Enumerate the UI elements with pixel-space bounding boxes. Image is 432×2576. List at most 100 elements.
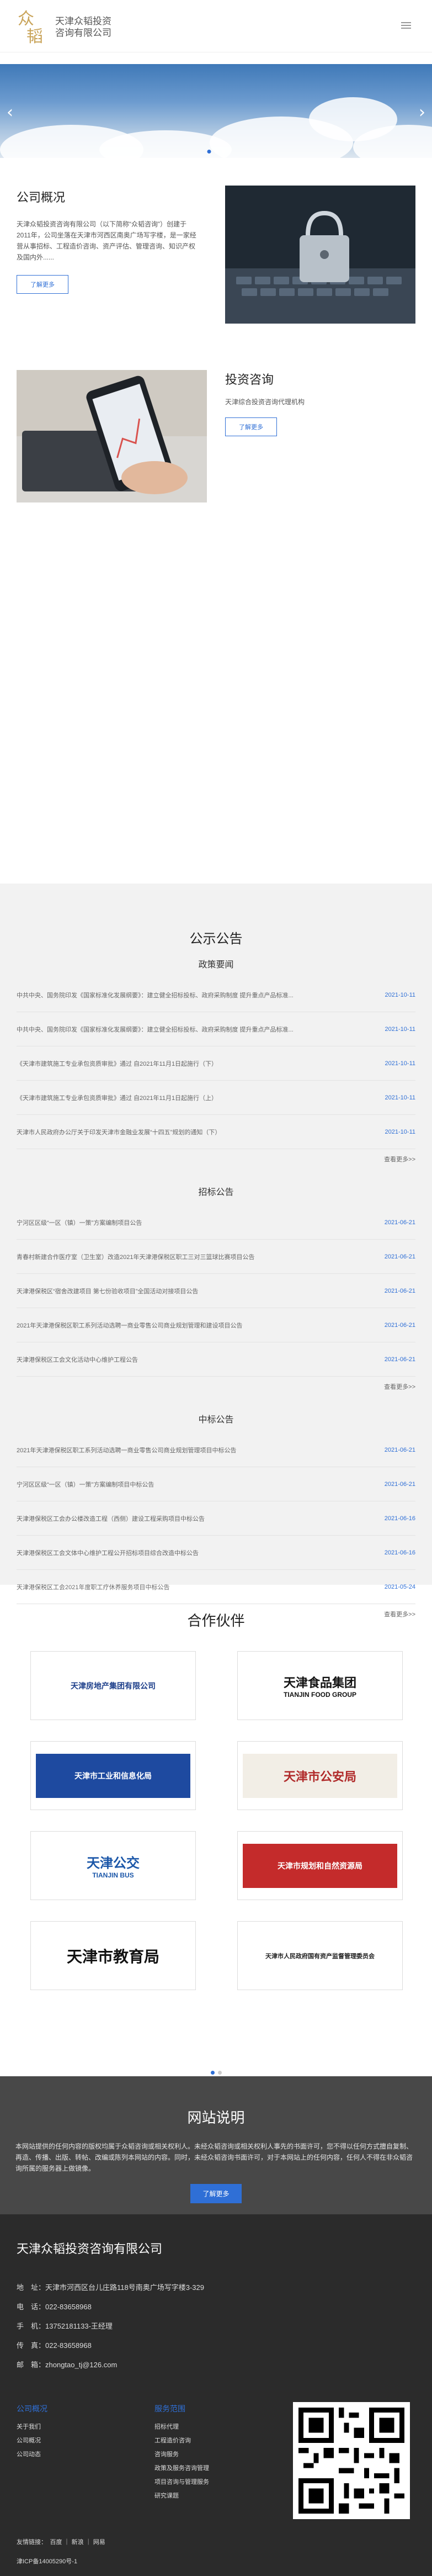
- partners-dot[interactable]: [217, 2071, 222, 2075]
- footer-link[interactable]: 咨询服务: [154, 2448, 209, 2462]
- footer-contact-row: 电 话：022-83658968: [17, 2297, 204, 2316]
- notice-row-date: 2021-10-11: [385, 1094, 415, 1101]
- hero-banner[interactable]: ‹ ›: [0, 64, 432, 158]
- invest-section: 投资咨询 天津综合投资咨询代理机构 了解更多: [0, 370, 432, 505]
- tianjin-planning-logo[interactable]: 天津市规划和自然资源局: [237, 1831, 403, 1900]
- footer-col-about-head[interactable]: 公司概况: [17, 2402, 47, 2416]
- footer-icp[interactable]: 津ICP备14005290号-1: [17, 2557, 77, 2566]
- notice-row-title[interactable]: 《天津市建筑施工专业承包资质审批》通过 自2021年11月1日起施行（上）: [17, 1093, 217, 1102]
- footer-link[interactable]: 政策及服务咨询管理: [154, 2462, 209, 2476]
- footer-col-about: 公司概况 关于我们 公司概况 公司动态: [17, 2402, 47, 2462]
- notice-row[interactable]: 中共中央、国务院印发《国家标准化发展纲要》：建立健全招标投标、政府采购制度 提升…: [17, 978, 415, 1012]
- notice-group-title[interactable]: 政策要闻: [17, 957, 415, 970]
- invest-text: 天津综合投资咨询代理机构: [225, 398, 305, 406]
- notice-row[interactable]: 天津港保税区工会文化活动中心维护工程公告 2021-06-21: [17, 1342, 415, 1377]
- notice-row-date: 2021-10-11: [385, 1128, 415, 1135]
- notice-row[interactable]: 宁河区区级“一区（镇）一策”方案编制项目中标公告 2021-06-21: [17, 1467, 415, 1501]
- notice-row-title[interactable]: 宁河区区级“一区（镇）一策”方案编制项目中标公告: [17, 1480, 154, 1489]
- notice-row[interactable]: 2021年天津港保税区职工系列活动选聘一商业零售公司商业规划管理和建设项目公告 2…: [17, 1308, 415, 1342]
- footer-link[interactable]: 招标代理: [154, 2420, 209, 2434]
- company-name[interactable]: 天津众韬投资 咨询有限公司: [55, 15, 149, 39]
- invest-title: 投资咨询: [225, 373, 274, 387]
- footer-link[interactable]: 公司概况: [17, 2434, 47, 2448]
- footer-contact-value: zhongtao_tj@126.com: [45, 2361, 118, 2369]
- notice-row-date: 2021-06-16: [384, 1549, 415, 1556]
- partner-logo-box: 天津房地产集团有限公司: [36, 1663, 190, 1708]
- carousel-dot[interactable]: [207, 150, 211, 154]
- notice-row-title[interactable]: 天津港保税区工会办公楼改造工程（西侧）建设工程采购项目中标公告: [17, 1514, 205, 1523]
- notice-row-title[interactable]: 天津市人民政府办公厅关于印发天津市金融业发展“十四五”规划的通知（下）: [17, 1128, 221, 1136]
- footer-contact-label: 电 话：: [17, 2303, 46, 2311]
- notice-row[interactable]: 天津港保税区工会2021年度职工疗休养服务项目中标公告 2021-05-24: [17, 1570, 415, 1604]
- partners-title: 合作伙伴: [187, 1612, 245, 1629]
- notice-row-title[interactable]: 天津港保税区工会2021年度职工疗休养服务项目中标公告: [17, 1583, 169, 1591]
- statement-body: 本网站提供的任何内容的版权均属于众韬咨询或相关权利人。未经众韬咨询或相关权利人事…: [15, 2143, 413, 2172]
- chevron-right-icon[interactable]: ›: [419, 103, 425, 122]
- notice-row-date: 2021-06-21: [384, 1287, 415, 1294]
- notice-row-title[interactable]: 天津港保税区工会文体中心维护工程公开招标项目综合改造中标公告: [17, 1548, 199, 1557]
- tianjin-bus-logo[interactable]: 天津公交 TIANJIN BUS: [30, 1831, 196, 1900]
- statement-more-button[interactable]: 了解更多: [190, 2184, 242, 2203]
- notice-row-title[interactable]: 青春村新建合作医疗室（卫生室）改造2021年天津港保税区职工三对三篮球比赛项目公…: [17, 1252, 254, 1261]
- site-footer: 天津众韬投资咨询有限公司 地 址：天津市河西区台儿庄路118号南奥广场写字楼3-…: [0, 2214, 432, 2576]
- tianjin-sasac-logo[interactable]: 天津市人民政府国有资产监督管理委员会: [237, 1921, 403, 1990]
- invest-more-button[interactable]: 了解更多: [225, 417, 277, 436]
- tianjin-real-estate-logo[interactable]: 天津房地产集团有限公司: [30, 1651, 196, 1720]
- company-logo-icon[interactable]: 众 韬: [15, 8, 50, 44]
- notice-row[interactable]: 天津港保税区工会办公楼改造工程（西侧）建设工程采购项目中标公告 2021-06-1…: [17, 1501, 415, 1536]
- footer-link[interactable]: 研究课题: [154, 2489, 209, 2503]
- tianjin-industry-logo[interactable]: 天津市工业和信息化局: [30, 1741, 196, 1810]
- notice-row-date: 2021-06-21: [384, 1356, 415, 1363]
- tianjin-food-logo[interactable]: 天津食品集团 TIANJIN FOOD GROUP: [237, 1651, 403, 1720]
- about-title: 公司概况: [17, 191, 66, 204]
- notice-row-date: 2021-06-21: [384, 1446, 415, 1453]
- footer-link[interactable]: 项目咨询与管理服务: [154, 2476, 209, 2489]
- tianjin-police-logo[interactable]: 天津市公安局: [237, 1741, 403, 1810]
- notice-row[interactable]: 中共中央、国务院印发《国家标准化发展纲要》：建立健全招标投标、政府采购制度 提升…: [17, 1012, 415, 1046]
- notice-row-title[interactable]: 中共中央、国务院印发《国家标准化发展纲要》：建立健全招标投标、政府采购制度 提升…: [17, 991, 294, 999]
- notice-row-title[interactable]: 2021年天津港保税区职工系列活动选聘一商业零售公司商业规划管理项目中标公告: [17, 1446, 236, 1454]
- notice-row-title[interactable]: 中共中央、国务院印发《国家标准化发展纲要》：建立健全招标投标、政府采购制度 提升…: [17, 1025, 294, 1034]
- carousel-dot[interactable]: [221, 150, 225, 154]
- notice-row-title[interactable]: 天津港保税区工会文化活动中心维护工程公告: [17, 1355, 138, 1364]
- footer-contacts: 地 址：天津市河西区台儿庄路118号南奥广场写字楼3-329 电 话：022-83…: [17, 2278, 204, 2374]
- carousel-dots: [207, 150, 225, 154]
- partner-name: 天津市教育局: [66, 1948, 159, 1965]
- menu-icon[interactable]: [401, 22, 411, 30]
- notice-row[interactable]: 《天津市建筑施工专业承包资质审批》通过 自2021年11月1日起施行（下） 202…: [17, 1046, 415, 1081]
- notice-row-title[interactable]: 天津港保税区“宿舍改建项目 第七份验收项目”全国活动对接项目公告: [17, 1287, 198, 1295]
- footer-friend-links[interactable]: 友情链接： 百度 ｜ 新浪 ｜ 网易: [17, 2537, 105, 2546]
- chevron-left-icon[interactable]: ‹: [7, 103, 13, 122]
- notice-row[interactable]: 《天津市建筑施工专业承包资质审批》通过 自2021年11月1日起施行（上） 202…: [17, 1081, 415, 1115]
- site-header: 众 韬 天津众韬投资 咨询有限公司: [0, 0, 432, 52]
- footer-contact-row: 手 机：13752181133-王经理: [17, 2316, 204, 2336]
- company-name-line2: 咨询有限公司: [55, 28, 111, 38]
- notice-group-title[interactable]: 中标公告: [17, 1412, 415, 1425]
- notice-row[interactable]: 天津港保税区“宿舍改建项目 第七份验收项目”全国活动对接项目公告 2021-06-…: [17, 1274, 415, 1308]
- footer-col-services-head[interactable]: 服务范围: [154, 2402, 209, 2416]
- about-more-button[interactable]: 了解更多: [17, 275, 68, 294]
- tianjin-education-logo[interactable]: 天津市教育局: [30, 1921, 196, 1990]
- notice-row-title[interactable]: 2021年天津港保税区职工系列活动选聘一商业零售公司商业规划管理和建设项目公告: [17, 1321, 242, 1330]
- notice-group-title[interactable]: 招标公告: [17, 1184, 415, 1198]
- notice-row[interactable]: 天津港保税区工会文体中心维护工程公开招标项目综合改造中标公告 2021-06-16: [17, 1536, 415, 1570]
- partners-dot[interactable]: [210, 2071, 215, 2075]
- footer-link[interactable]: 工程造价咨询: [154, 2434, 209, 2448]
- statement-title: 网站说明: [187, 2109, 245, 2126]
- footer-link[interactable]: 公司动态: [17, 2448, 47, 2462]
- notice-row[interactable]: 宁河区区级“一区（镇）一策”方案编制项目公告 2021-06-21: [17, 1205, 415, 1240]
- footer-link[interactable]: 关于我们: [17, 2420, 47, 2434]
- notice-row-title[interactable]: 宁河区区级“一区（镇）一策”方案编制项目公告: [17, 1218, 142, 1227]
- partner-name: 天津市规划和自然资源局: [278, 1861, 362, 1870]
- notice-more-link[interactable]: 查看更多>>: [17, 1377, 415, 1402]
- notice-more-link[interactable]: 查看更多>>: [17, 1149, 415, 1175]
- carousel-dot[interactable]: [214, 150, 218, 154]
- partner-subname: TIANJIN FOOD GROUP: [283, 1690, 356, 1699]
- notice-row-title[interactable]: 《天津市建筑施工专业承包资质审批》通过 自2021年11月1日起施行（下）: [17, 1059, 217, 1068]
- footer-contact-value: 天津市河西区台儿庄路118号南奥广场写字楼3-329: [45, 2283, 204, 2292]
- notice-row[interactable]: 2021年天津港保税区职工系列活动选聘一商业零售公司商业规划管理项目中标公告 20…: [17, 1433, 415, 1467]
- svg-text:韬: 韬: [26, 27, 43, 44]
- partner-logo-box: 天津市公安局: [243, 1753, 397, 1798]
- notice-row[interactable]: 天津市人民政府办公厅关于印发天津市金融业发展“十四五”规划的通知（下） 2021-…: [17, 1115, 415, 1149]
- notice-row[interactable]: 青春村新建合作医疗室（卫生室）改造2021年天津港保税区职工三对三篮球比赛项目公…: [17, 1240, 415, 1274]
